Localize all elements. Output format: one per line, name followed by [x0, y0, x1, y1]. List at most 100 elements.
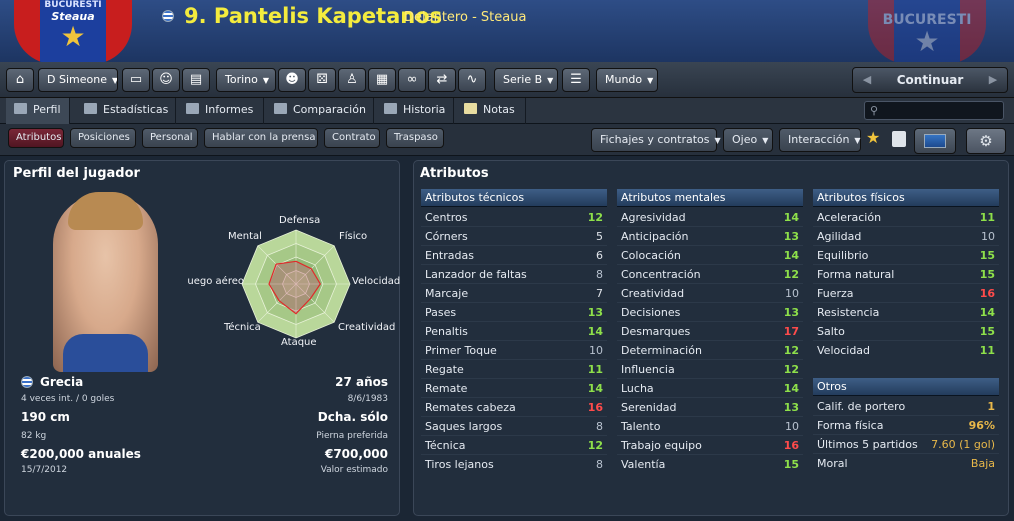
subtab-atributos[interactable]: Atributos: [8, 128, 64, 148]
forward-arrow-icon[interactable]: ▶: [981, 68, 1005, 92]
attribute-name: Resistencia: [817, 306, 880, 319]
attribute-row[interactable]: Desmarques 17: [621, 322, 803, 341]
note-icon[interactable]: [892, 131, 906, 147]
club-menu[interactable]: Torino ▼: [216, 68, 276, 92]
attribute-row[interactable]: Creatividad 10: [621, 284, 803, 303]
attribute-row[interactable]: Anticipación 13: [621, 227, 803, 246]
attribute-row[interactable]: Entradas 6: [425, 246, 607, 265]
attribute-row[interactable]: Primer Toque 10: [425, 341, 607, 360]
scouting-button[interactable]: ∞: [398, 68, 426, 92]
finances-button[interactable]: ∿: [458, 68, 486, 92]
manager-menu[interactable]: D Simeone ▼: [38, 68, 118, 92]
attribute-name: Calif. de portero: [817, 400, 906, 413]
player-wage: €200,000 anuales: [21, 447, 141, 461]
compare-icon: [274, 103, 287, 114]
attribute-row[interactable]: Resistencia 14: [817, 303, 999, 322]
attribute-row[interactable]: Valentía 15: [621, 455, 803, 474]
attribute-row[interactable]: Fuerza 16: [817, 284, 999, 303]
tab-perfil[interactable]: Perfil: [6, 98, 70, 124]
continue-button[interactable]: ◀ Continuar ▶: [852, 67, 1008, 93]
staff-button[interactable]: ☺: [152, 68, 180, 92]
attribute-row[interactable]: Regate 11: [425, 360, 607, 379]
player-nationality[interactable]: Grecia: [40, 375, 83, 389]
attribute-row[interactable]: Forma física 96%: [817, 416, 999, 435]
attribute-value: 12: [587, 439, 603, 452]
competition-menu[interactable]: Serie B ▼: [494, 68, 558, 92]
attribute-row[interactable]: Salto 15: [817, 322, 999, 341]
home-button[interactable]: ⌂: [6, 68, 34, 92]
tab-notas[interactable]: Notas: [456, 98, 526, 124]
training-button[interactable]: ♙: [338, 68, 366, 92]
shortlist-star-icon[interactable]: ★: [866, 128, 880, 147]
transfer-arrows-icon: ⇄: [436, 72, 448, 87]
tab-informes[interactable]: Informes: [178, 98, 264, 124]
attribute-row[interactable]: Serenidad 13: [621, 398, 803, 417]
attribute-row[interactable]: Forma natural 15: [817, 265, 999, 284]
back-arrow-icon[interactable]: ◀: [855, 68, 879, 92]
view-toggle-button[interactable]: [914, 128, 956, 154]
transfers-contracts-menu[interactable]: Fichajes y contratos ▼: [591, 128, 721, 152]
attribute-row[interactable]: Aceleración 11: [817, 208, 999, 227]
attribute-row[interactable]: Pases 13: [425, 303, 607, 322]
stats-icon: [84, 103, 97, 114]
attribute-row[interactable]: Técnica 12: [425, 436, 607, 455]
gear-icon: ⚙: [979, 132, 993, 150]
inbox-button[interactable]: ▭: [122, 68, 150, 92]
attribute-row[interactable]: Centros 12: [425, 208, 607, 227]
attribute-row[interactable]: Penaltis 14: [425, 322, 607, 341]
attribute-row[interactable]: Agilidad 10: [817, 227, 999, 246]
world-menu[interactable]: Mundo ▼: [596, 68, 658, 92]
attribute-row[interactable]: Córners 5: [425, 227, 607, 246]
attribute-row[interactable]: Determinación 12: [621, 341, 803, 360]
attribute-row[interactable]: Últimos 5 partidos 7.60 (1 gol): [817, 435, 999, 454]
attribute-row[interactable]: Tiros lejanos 8: [425, 455, 607, 474]
chevron-down-icon: ▼: [714, 136, 721, 145]
tab-label: Historia: [403, 103, 446, 116]
list-button[interactable]: ☰: [562, 68, 590, 92]
attribute-row[interactable]: Saques largos 8: [425, 417, 607, 436]
subtab-hablar-prensa[interactable]: Hablar con la prensa: [204, 128, 318, 148]
attribute-value: 1: [987, 400, 995, 413]
settings-button[interactable]: ⚙: [966, 128, 1006, 154]
main-toolbar: ⌂ D Simeone ▼ ▭ ☺ ▤ Torino ▼ ☻ ⚄ ♙ ▦ ∞ ⇄ ∿…: [0, 62, 1014, 98]
attribute-row[interactable]: Talento 10: [621, 417, 803, 436]
tab-comparacion[interactable]: Comparación: [266, 98, 374, 124]
transfers-button[interactable]: ⇄: [428, 68, 456, 92]
fixtures-button[interactable]: ▦: [368, 68, 396, 92]
attribute-row[interactable]: Velocidad 11: [817, 341, 999, 360]
attribute-row[interactable]: Agresividad 14: [621, 208, 803, 227]
tab-historia[interactable]: Historia: [376, 98, 454, 124]
interaction-menu[interactable]: Interacción ▼: [779, 128, 861, 152]
attribute-row[interactable]: Concentración 12: [621, 265, 803, 284]
attribute-row[interactable]: Moral Baja: [817, 454, 999, 473]
player-position-club[interactable]: Delantero - Steaua: [404, 10, 526, 25]
attribute-row[interactable]: Marcaje 7: [425, 284, 607, 303]
attribute-row[interactable]: Trabajo equipo 16: [621, 436, 803, 455]
attribute-value: 14: [979, 306, 995, 319]
tactics-button[interactable]: ⚄: [308, 68, 336, 92]
attribute-row[interactable]: Calif. de portero 1: [817, 397, 999, 416]
attribute-row[interactable]: Colocación 14: [621, 246, 803, 265]
scout-menu[interactable]: Ojeo ▼: [723, 128, 773, 152]
attribute-name: Técnica: [425, 439, 466, 452]
attribute-row[interactable]: Lucha 14: [621, 379, 803, 398]
attribute-row[interactable]: Remate 14: [425, 379, 607, 398]
attribute-row[interactable]: Remates cabeza 16: [425, 398, 607, 417]
attribute-row[interactable]: Equilibrio 15: [817, 246, 999, 265]
subtab-contrato[interactable]: Contrato: [324, 128, 380, 148]
attribute-row[interactable]: Decisiones 13: [621, 303, 803, 322]
attribute-name: Lucha: [621, 382, 654, 395]
attr-col-header-physical: Atributos físicos: [813, 189, 999, 207]
clipboard-button[interactable]: ▤: [182, 68, 210, 92]
estimated-value: €700,000: [324, 447, 388, 461]
subtab-traspaso[interactable]: Traspaso: [386, 128, 444, 148]
subtab-personal[interactable]: Personal: [142, 128, 198, 148]
tab-estadisticas[interactable]: Estadísticas: [76, 98, 176, 124]
attribute-name: Últimos 5 partidos: [817, 438, 918, 451]
attribute-row[interactable]: Lanzador de faltas 8: [425, 265, 607, 284]
attribute-row[interactable]: Influencia 12: [621, 360, 803, 379]
search-input[interactable]: ⚲: [864, 101, 1004, 120]
subtab-posiciones[interactable]: Posiciones: [70, 128, 136, 148]
squad-button[interactable]: ☻: [278, 68, 306, 92]
attribute-value: 15: [979, 249, 995, 262]
